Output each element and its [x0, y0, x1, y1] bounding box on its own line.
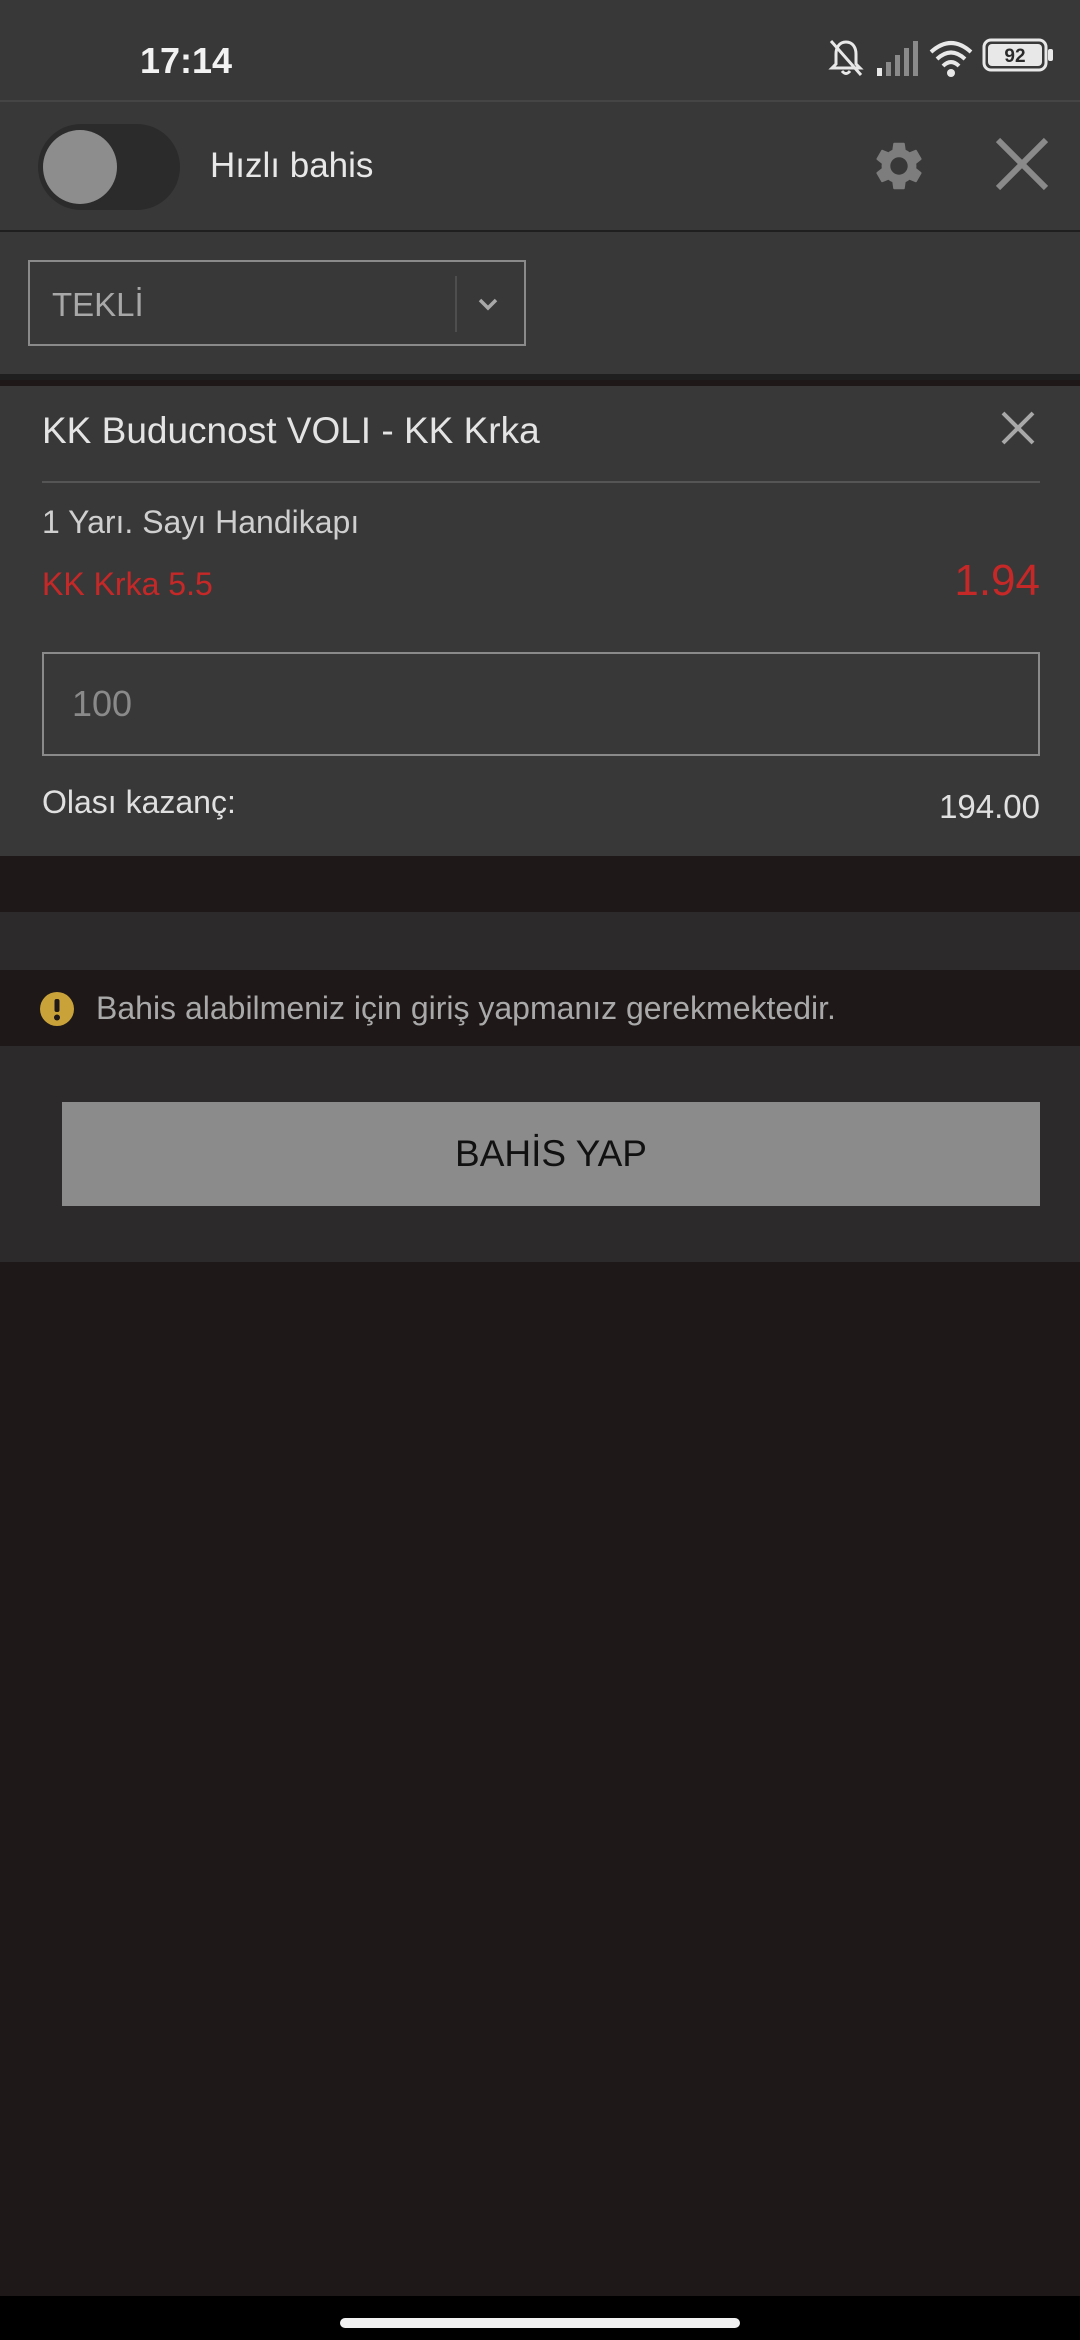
home-indicator[interactable]: [340, 2318, 740, 2328]
card-divider: [42, 481, 1040, 483]
topbar: Hızlı bahis: [0, 100, 1080, 233]
nav-bar: [0, 2296, 1080, 2340]
warning-icon: [40, 992, 74, 1026]
payout-label: Olası kazanç:: [42, 784, 236, 820]
select-divider: [455, 276, 457, 332]
place-bet-button[interactable]: BAHİS YAP: [62, 1102, 1040, 1206]
wifi-icon: [929, 41, 973, 77]
remove-bet-icon[interactable]: [1000, 410, 1036, 446]
action-area: BAHİS YAP: [0, 1046, 1080, 1262]
quick-bet-toggle[interactable]: [38, 124, 180, 210]
status-bar: 17:14 92: [0, 0, 1080, 100]
quick-bet-label: Hızlı bahis: [210, 146, 374, 185]
bell-off-icon: [828, 40, 864, 76]
close-icon[interactable]: [992, 134, 1052, 194]
stake-input[interactable]: [42, 652, 1040, 756]
bet-type-select[interactable]: TEKLİ: [28, 260, 526, 346]
battery-level: 92: [1004, 46, 1025, 67]
odds-value: 1.94: [954, 556, 1040, 605]
bet-type-row: TEKLİ: [0, 232, 1080, 380]
gear-icon[interactable]: [870, 137, 928, 195]
login-warning: Bahis alabilmeniz için giriş yapmanız ge…: [0, 970, 1080, 1046]
chevron-down-icon: [478, 298, 498, 311]
status-time: 17:14: [140, 40, 233, 81]
signal-icon: [877, 41, 918, 76]
payout-value: 194.00: [939, 788, 1040, 825]
separator-stripe: [0, 912, 1080, 970]
toggle-knob: [43, 130, 117, 204]
battery-icon: 92: [982, 38, 1053, 72]
warning-text: Bahis alabilmeniz için giriş yapmanız ge…: [96, 990, 836, 1026]
bet-type-value: TEKLİ: [52, 286, 144, 323]
bet-card: KK Buducnost VOLI - KK Krka 1 Yarı. Sayı…: [0, 386, 1080, 856]
match-title: KK Buducnost VOLI - KK Krka: [42, 410, 540, 451]
selection-name: KK Krka 5.5: [42, 566, 213, 602]
market-name: 1 Yarı. Sayı Handikapı: [42, 504, 360, 540]
